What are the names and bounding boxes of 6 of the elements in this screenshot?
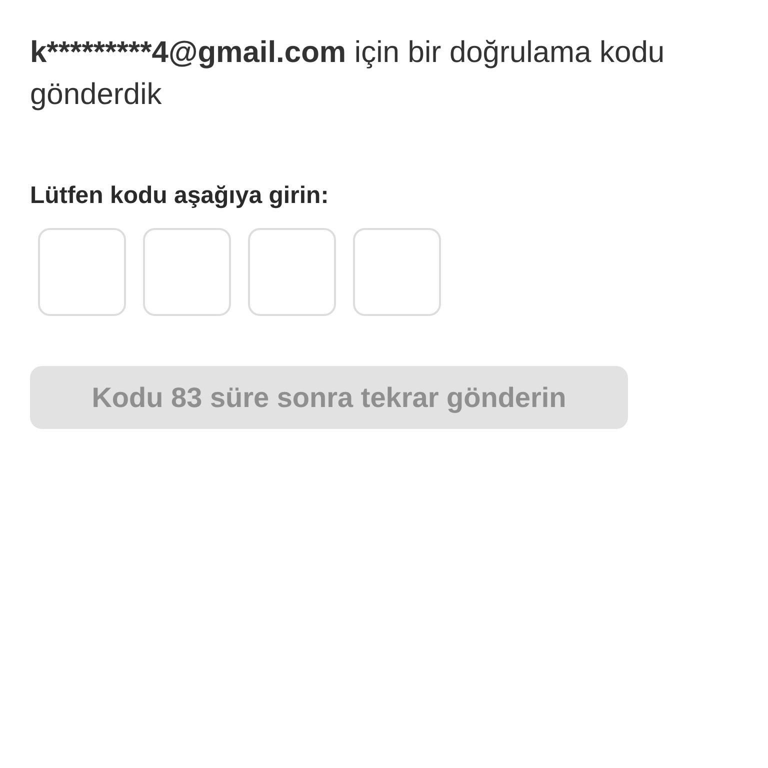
- code-label: Lütfen kodu aşağıya girin:: [30, 182, 330, 210]
- verification-message: k*********4@gmail.com için bir doğrulama kodu gönderdik: [30, 35, 666, 113]
- code-digit-field[interactable]: [38, 228, 126, 316]
- code-digit-field[interactable]: [353, 228, 441, 316]
- code-digit-field[interactable]: [248, 228, 336, 316]
- code-digit-field[interactable]: [143, 228, 231, 316]
